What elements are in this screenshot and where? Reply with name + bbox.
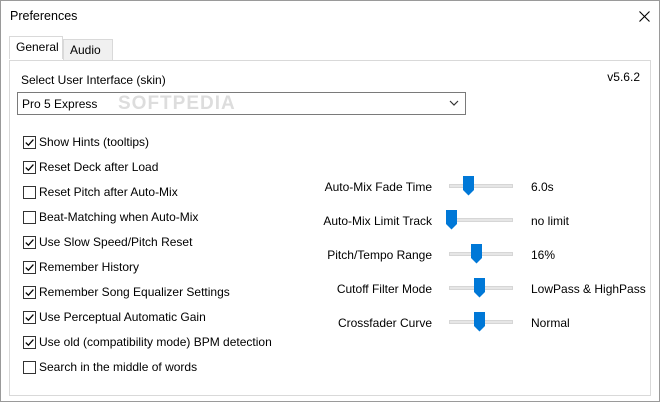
checkbox-label: Show Hints (tooltips) <box>39 135 150 149</box>
slider-row: Pitch/Tempo Range 16% <box>10 244 650 268</box>
slider-label: Auto-Mix Fade Time <box>324 180 432 194</box>
slider-row: Cutoff Filter Mode LowPass & HighPass <box>10 278 650 302</box>
checkbox-label: Use old (compatibility mode) BPM detecti… <box>39 335 272 349</box>
slider-row: Auto-Mix Limit Track no limit <box>10 210 650 234</box>
slider-value: 6.0s <box>531 180 554 194</box>
version-label: v5.6.2 <box>607 70 640 84</box>
checkmark-icon <box>25 139 34 147</box>
slider-thumb[interactable] <box>446 210 457 230</box>
close-icon <box>638 10 650 22</box>
checkbox[interactable] <box>23 361 36 374</box>
checkbox[interactable] <box>23 336 36 349</box>
watermark-text: SOFTPEDIA <box>118 93 236 114</box>
slider-track[interactable] <box>449 218 513 222</box>
tab-audio[interactable]: Audio <box>63 39 113 60</box>
tab-general[interactable]: General <box>9 36 63 59</box>
slider-value: no limit <box>531 214 570 228</box>
close-button[interactable] <box>629 1 659 31</box>
checkbox[interactable] <box>23 161 36 174</box>
slider-thumb[interactable] <box>474 278 485 298</box>
checkmark-icon <box>25 339 34 347</box>
checkbox[interactable] <box>23 136 36 149</box>
slider-value: LowPass & HighPass <box>531 282 646 296</box>
checkbox-label: Search in the middle of words <box>39 360 198 374</box>
slider-value: Normal <box>531 316 570 330</box>
slider-track[interactable] <box>449 184 513 188</box>
checkmark-icon <box>25 164 34 172</box>
slider-label: Auto-Mix Limit Track <box>323 214 432 228</box>
skin-select[interactable]: Pro 5 Express SOFTPEDIA <box>17 92 466 115</box>
skin-label: Select User Interface (skin) <box>21 73 166 87</box>
window-title: Preferences <box>10 9 78 23</box>
slider-row: Auto-Mix Fade Time 6.0s <box>10 176 650 200</box>
slider-thumb[interactable] <box>462 176 474 196</box>
preferences-window: Preferences Audio General v5.6.2 Select … <box>0 0 660 402</box>
slider-label: Cutoff Filter Mode <box>336 282 432 296</box>
slider-thumb[interactable] <box>474 312 485 332</box>
slider-value: 16% <box>531 248 556 262</box>
skin-selected-value: Pro 5 Express <box>22 97 98 111</box>
slider-row: Crossfader Curve Normal <box>10 312 650 336</box>
slider-label: Pitch/Tempo Range <box>327 248 432 262</box>
checkbox-label: Reset Deck after Load <box>39 160 159 174</box>
general-panel: v5.6.2 Select User Interface (skin) Pro … <box>9 60 651 396</box>
slider-label: Crossfader Curve <box>337 316 432 330</box>
slider-thumb[interactable] <box>471 244 483 264</box>
chevron-down-icon <box>449 100 459 106</box>
title-bar: Preferences <box>1 1 659 33</box>
